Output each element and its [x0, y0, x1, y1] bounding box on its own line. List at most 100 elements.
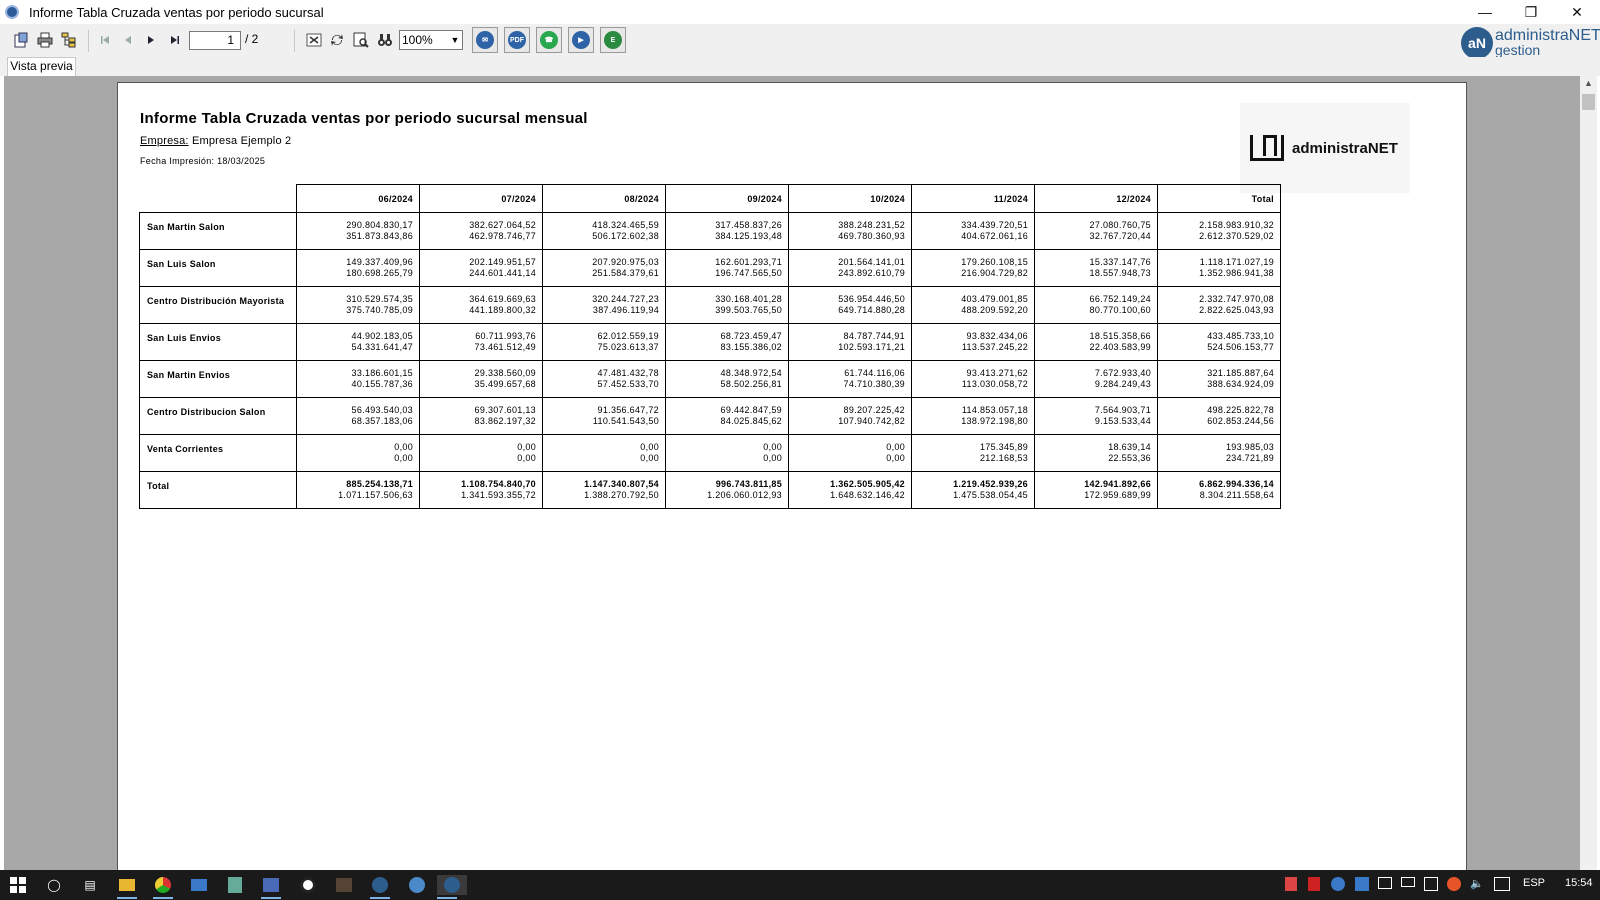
- network-icon[interactable]: [1378, 877, 1392, 889]
- share-button[interactable]: ▶: [568, 27, 594, 53]
- tray-app-icon-4[interactable]: [1447, 877, 1461, 891]
- cell-value-net: 69.307.601,13: [474, 405, 536, 415]
- tree-toggle-button[interactable]: [59, 30, 79, 50]
- cell-value-gross: 399.503.765,50: [715, 305, 782, 315]
- column-header: 06/2024: [296, 184, 420, 213]
- refresh-button[interactable]: [327, 30, 347, 50]
- last-page-button[interactable]: [165, 30, 185, 50]
- cell-value-gross: 649.714.880,28: [838, 305, 905, 315]
- empresa-label: Empresa:: [140, 135, 189, 147]
- administranet-taskbar-icon[interactable]: [437, 875, 467, 899]
- app-icon-3[interactable]: [261, 875, 281, 899]
- app-icon-6[interactable]: [370, 875, 390, 899]
- cell-value-net: 433.485.733,10: [1207, 331, 1274, 341]
- cell-value-gross: 1.071.157.506,63: [338, 490, 413, 500]
- cell-value-net: 62.012.559,19: [597, 331, 659, 341]
- chevron-down-icon[interactable]: ▼: [448, 31, 462, 49]
- app-icon-1[interactable]: [189, 875, 209, 895]
- cell-value-net: 149.337.409,96: [346, 257, 413, 267]
- chrome-icon[interactable]: [153, 875, 173, 899]
- first-page-button[interactable]: [95, 30, 115, 50]
- language-indicator[interactable]: ESP: [1523, 877, 1545, 889]
- cell-value-gross: 384.125.193,48: [715, 231, 782, 241]
- table-cell: 1.219.452.939,26 1.475.538.054,45: [911, 471, 1035, 509]
- cell-value-net: 162.601.293,71: [715, 257, 782, 267]
- table-cell: 0,00 0,00: [296, 434, 420, 472]
- print-button[interactable]: [35, 30, 55, 50]
- app-icon-2[interactable]: [225, 875, 245, 895]
- export-icon: [14, 32, 28, 48]
- zoom-select[interactable]: 100% ▼: [399, 30, 463, 50]
- clock[interactable]: 15:54: [1565, 877, 1593, 889]
- table-cell: 320.244.727,23 387.496.119,94: [542, 286, 666, 324]
- table-cell: 2.332.747.970,08 2.822.625.043,93: [1157, 286, 1281, 324]
- task-view-icon[interactable]: ▤: [80, 875, 100, 895]
- minimize-button[interactable]: —: [1462, 0, 1508, 24]
- next-page-button[interactable]: [141, 30, 161, 50]
- tray-app-icon-1[interactable]: [1331, 877, 1345, 891]
- email-button[interactable]: ✉: [472, 27, 498, 53]
- page-setup-button[interactable]: [351, 30, 371, 50]
- app-icon-5[interactable]: [334, 875, 354, 895]
- battery-icon[interactable]: [1401, 877, 1415, 887]
- tray-app-icon-2[interactable]: [1355, 877, 1369, 891]
- volume-icon[interactable]: 🔈: [1470, 877, 1484, 890]
- restore-button[interactable]: ❐: [1508, 0, 1554, 24]
- cell-value-net: 89.207.225,42: [843, 405, 905, 415]
- tray-app-icon-3[interactable]: [1424, 877, 1438, 891]
- cell-value-net: 179.260.108,15: [961, 257, 1028, 267]
- page-zoom-icon: [353, 32, 369, 48]
- cell-value-net: 18.639,14: [1108, 442, 1151, 452]
- pdf-button[interactable]: PDF: [504, 27, 530, 53]
- excel-button[interactable]: E: [600, 27, 626, 53]
- scroll-up-icon[interactable]: ▲: [1580, 78, 1597, 92]
- mcafee-icon[interactable]: [1308, 877, 1320, 891]
- report-title: Informe Tabla Cruzada ventas por periodo…: [140, 110, 588, 127]
- report-viewer: Informe Tabla Cruzada ventas por periodo…: [4, 76, 1580, 870]
- table-row: Centro Distribución Mayorista 310.529.574…: [139, 286, 1281, 324]
- table-cell: 84.787.744,91 102.593.171,21: [788, 323, 912, 361]
- file-explorer-icon[interactable]: [117, 875, 137, 899]
- header-corner: [139, 184, 297, 213]
- table-cell: 68.723.459,47 83.155.386,02: [665, 323, 789, 361]
- table-cell: 69.307.601,13 83.862.197,32: [419, 397, 543, 435]
- cell-value-gross: 113.030.058,72: [961, 379, 1028, 389]
- export-button[interactable]: [11, 30, 31, 50]
- scroll-thumb[interactable]: [1582, 94, 1595, 110]
- brave-icon[interactable]: [1285, 877, 1297, 891]
- chat-icon[interactable]: [1494, 877, 1510, 891]
- close-button[interactable]: ✕: [1554, 0, 1600, 24]
- page-number-input[interactable]: 1: [189, 31, 241, 50]
- table-cell: 93.413.271,62 113.030.058,72: [911, 360, 1035, 398]
- prev-page-button[interactable]: [118, 30, 138, 50]
- table-cell: 885.254.138,71 1.071.157.506,63: [296, 471, 420, 509]
- table-header-row: 06/2024 07/2024 08/2024 09/2024 10/2024 11/20…: [139, 184, 1281, 213]
- email-icon: ✉: [476, 31, 494, 49]
- tab-row: [0, 57, 1600, 76]
- table-cell: 56.493.540,03 68.357.183,06: [296, 397, 420, 435]
- app-icon-4[interactable]: [298, 875, 318, 895]
- cell-value-gross: 73.461.512,49: [474, 342, 536, 352]
- cell-value-gross: 234.721,89: [1225, 453, 1274, 463]
- close-preview-button[interactable]: [304, 30, 324, 50]
- search-icon[interactable]: ◯: [44, 875, 64, 895]
- prev-page-icon: [125, 36, 131, 44]
- table-cell: 330.168.401,28 399.503.765,50: [665, 286, 789, 324]
- table-cell: 93.832.434,06 113.537.245,22: [911, 323, 1035, 361]
- cell-value-net: 48.348.972,54: [720, 368, 782, 378]
- close-icon: ✕: [1571, 3, 1583, 20]
- cell-value-gross: 110.541.543,50: [592, 416, 659, 426]
- app-icon-7[interactable]: [407, 875, 427, 895]
- excel-icon: E: [604, 31, 622, 49]
- table-row: San Luis Envios 44.902.183,05 54.331.641,4…: [139, 323, 1281, 361]
- cell-value-gross: 35.499.657,68: [474, 379, 536, 389]
- cell-value-gross: 462.978.746,77: [469, 231, 536, 241]
- windows-start-icon[interactable]: [8, 875, 28, 895]
- vertical-scrollbar[interactable]: ▲: [1580, 76, 1597, 870]
- search-button[interactable]: [375, 30, 395, 50]
- tab-vista-previa[interactable]: Vista previa: [7, 57, 76, 76]
- cell-value-gross: 18.557.948,73: [1089, 268, 1151, 278]
- whatsapp-button[interactable]: ☎: [536, 27, 562, 53]
- table-cell: 18.639,14 22.553,36: [1034, 434, 1158, 472]
- whatsapp-icon: ☎: [540, 31, 558, 49]
